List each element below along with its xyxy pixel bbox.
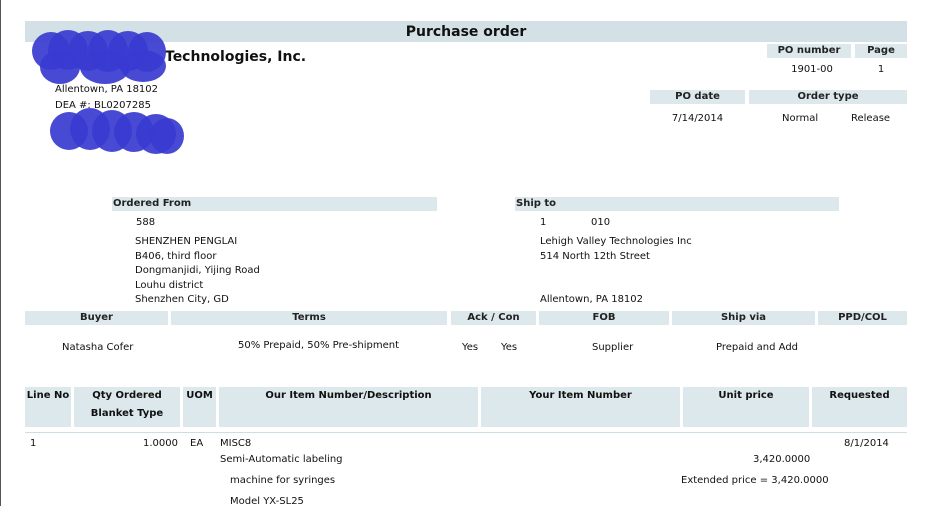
ship-to-line: Allentown, PA 18102 xyxy=(540,294,644,305)
ship-via-value: Prepaid and Add xyxy=(716,342,799,353)
page-left-border xyxy=(0,0,1,506)
ship-to-line: Lehigh Valley Technologies Inc xyxy=(540,236,692,247)
company-dea: DEA #: BL0207285 xyxy=(55,100,151,111)
unit-price-label: Unit price xyxy=(718,390,774,401)
line-no-label: Line No xyxy=(26,390,70,401)
table-divider xyxy=(25,432,907,433)
po-date-value: 7/14/2014 xyxy=(671,113,724,124)
ship-to-label: Ship to xyxy=(515,197,839,211)
item-line-no: 1 xyxy=(30,438,37,449)
terms-value: 50% Prepaid, 50% Pre-shipment xyxy=(238,340,400,351)
ship-to-code: 1 xyxy=(540,217,547,228)
ordered-from-label: Ordered From xyxy=(112,197,437,211)
po-number-value: 1901-00 xyxy=(791,64,833,75)
requested-label: Requested xyxy=(829,390,890,401)
item-requested-date: 8/1/2014 xyxy=(844,438,889,449)
item-uom: EA xyxy=(190,438,204,449)
blanket-type-label: Blanket Type xyxy=(90,408,164,419)
item-description: Semi-Automatic labeling xyxy=(220,454,343,465)
your-item-header: Your Item Number xyxy=(481,387,680,427)
line-no-header: Line No xyxy=(25,387,71,427)
page-label: Page xyxy=(855,44,907,58)
ordered-from-line: Louhu district xyxy=(135,280,204,291)
ship-to-line: 514 North 12th Street xyxy=(540,251,650,262)
ordered-from-line: Dongmanjidi, Yijing Road xyxy=(135,265,260,276)
ship-to-code2: 010 xyxy=(591,217,611,228)
company-address: Allentown, PA 18102 xyxy=(55,84,159,95)
ack-con-header: Ack / Con xyxy=(451,311,536,325)
fob-header: FOB xyxy=(539,311,669,325)
buyer-header: Buyer xyxy=(25,311,168,325)
fob-value: Supplier xyxy=(592,342,634,353)
item-description: Model YX-SL25 xyxy=(230,496,304,507)
buyer-value: Natasha Cofer xyxy=(62,342,134,353)
uom-header: UOM xyxy=(183,387,216,427)
po-date-label: PO date xyxy=(650,90,745,104)
ship-via-header: Ship via xyxy=(672,311,815,325)
your-item-label: Your Item Number xyxy=(529,390,632,401)
terms-header: Terms xyxy=(171,311,447,325)
ordered-from-line: SHENZHEN PENGLAI xyxy=(135,236,238,247)
description-header: Our Item Number/Description xyxy=(219,387,478,427)
requested-header: Requested xyxy=(812,387,907,427)
page-value: 1 xyxy=(877,64,885,75)
item-qty: 1.0000 xyxy=(143,438,178,449)
qty-label: Qty Ordered xyxy=(92,390,162,401)
release-value: Release xyxy=(851,113,891,124)
ordered-from-line: Shenzhen City, GD xyxy=(135,294,229,305)
description-label: Our Item Number/Description xyxy=(265,390,432,401)
ordered-from-line: B406, third floor xyxy=(135,251,217,262)
order-type-value: Normal xyxy=(782,113,819,124)
ordered-from-code: 588 xyxy=(136,217,156,228)
con-value: Yes xyxy=(501,342,518,353)
po-number-label: PO number xyxy=(767,44,851,58)
ack-value: Yes xyxy=(462,342,479,353)
qty-header: Qty Ordered Blanket Type xyxy=(74,387,180,427)
item-unit-price: 3,420.0000 xyxy=(753,454,811,465)
item-description: machine for syringes xyxy=(230,475,336,486)
item-number: MISC8 xyxy=(220,438,252,449)
ppd-col-header: PPD/COL xyxy=(818,311,907,325)
company-name: Technologies, Inc. xyxy=(165,49,307,65)
unit-price-header: Unit price xyxy=(683,387,809,427)
item-extended-price: Extended price = 3,420.0000 xyxy=(681,475,829,486)
order-type-label: Order type xyxy=(749,90,907,104)
uom-label: UOM xyxy=(186,390,213,401)
